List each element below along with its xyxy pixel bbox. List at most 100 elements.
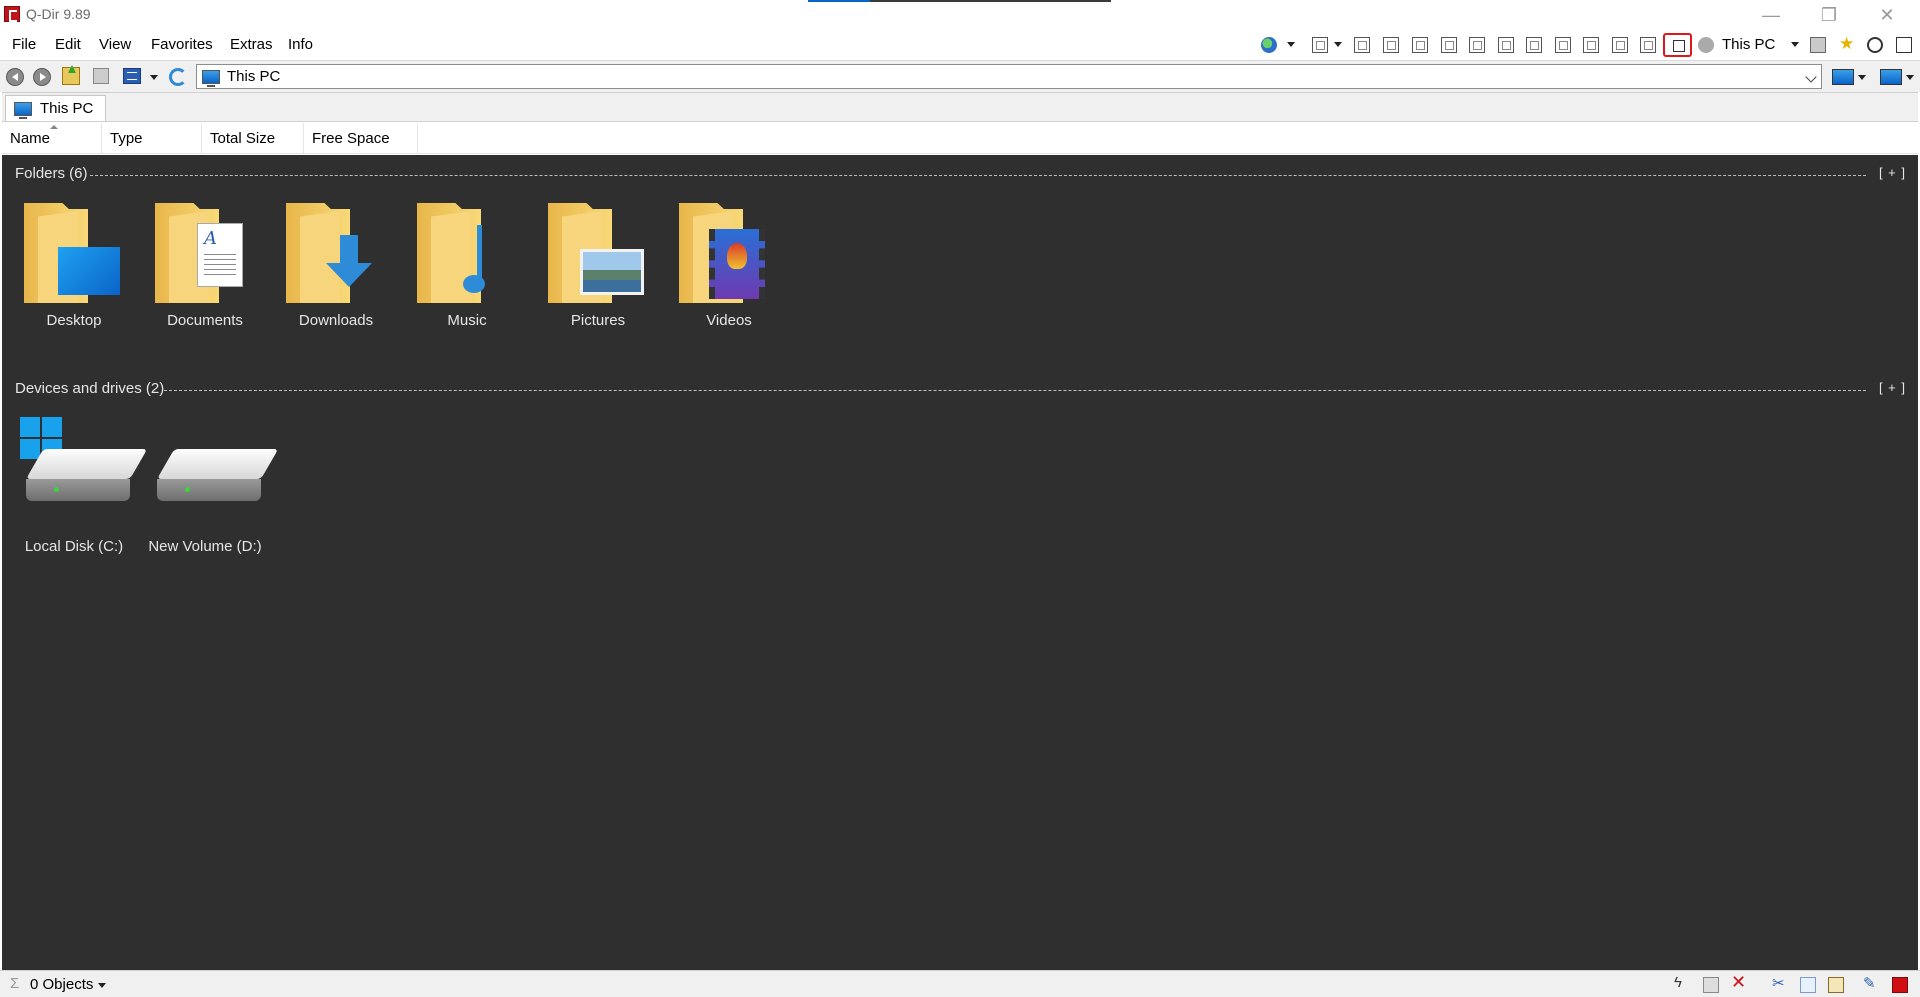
tools-icon[interactable] xyxy=(1867,37,1883,53)
group-folders-expand-button[interactable]: [ + ] xyxy=(1879,165,1906,180)
folder-label: Pictures xyxy=(570,312,626,329)
menu-edit[interactable]: Edit xyxy=(55,36,81,53)
location-label[interactable]: This PC xyxy=(1722,36,1775,53)
column-name[interactable]: Name xyxy=(2,123,102,154)
folder-label: Downloads xyxy=(298,312,374,329)
globe-dropdown-icon[interactable] xyxy=(1287,42,1295,47)
layout-grid-icon[interactable] xyxy=(1312,37,1328,53)
monitor-dropdown-icon[interactable] xyxy=(1858,75,1866,80)
layout-10-icon[interactable] xyxy=(1612,37,1628,53)
single-pane-button[interactable] xyxy=(1663,33,1692,57)
cut-icon[interactable]: ✂ xyxy=(1772,974,1788,992)
menu-file[interactable]: File xyxy=(12,36,36,53)
forward-icon[interactable] xyxy=(33,68,51,86)
videos-folder-icon xyxy=(679,201,775,303)
delete-icon[interactable]: ✕ xyxy=(1731,972,1747,992)
app-icon[interactable] xyxy=(4,6,20,22)
layout-8-icon[interactable] xyxy=(1555,37,1571,53)
folder-options-icon[interactable] xyxy=(93,68,109,84)
object-count[interactable]: 0 Objects xyxy=(30,976,93,993)
monitor-2-icon[interactable] xyxy=(1880,69,1902,85)
address-dropdown-icon[interactable] xyxy=(1805,71,1817,83)
address-toolbar: This PC xyxy=(0,60,1920,92)
music-folder-icon xyxy=(417,201,513,303)
group-drives-expand-button[interactable]: [ + ] xyxy=(1879,380,1906,395)
status-bar: Σ 0 Objects ϟ ✕ ✂ ✎ xyxy=(0,970,1920,997)
layout-9-icon[interactable] xyxy=(1583,37,1599,53)
column-free-space[interactable]: Free Space xyxy=(304,123,418,154)
layout-6-icon[interactable] xyxy=(1498,37,1514,53)
tab-this-pc[interactable]: This PC xyxy=(5,95,107,121)
drive-icon xyxy=(145,417,279,517)
title-bar: Q-Dir 9.89 — ❐ ✕ xyxy=(0,0,1920,30)
view-mode-dropdown-icon[interactable] xyxy=(150,75,158,80)
tab-bar: This PC xyxy=(2,92,1918,122)
folder-label: Music xyxy=(447,312,487,329)
tab-label: This PC xyxy=(40,100,94,117)
file-view[interactable]: Folders (6) [ + ] Desktop Documents Down… xyxy=(2,155,1918,970)
pictures-folder-icon xyxy=(548,201,644,303)
column-name-label: Name xyxy=(10,130,51,147)
address-path: This PC xyxy=(227,68,281,85)
layout-7-icon[interactable] xyxy=(1526,37,1542,53)
layout-4-icon[interactable] xyxy=(1441,37,1457,53)
menu-favorites[interactable]: Favorites xyxy=(151,36,213,53)
up-folder-icon[interactable] xyxy=(62,65,80,85)
window-title: Q-Dir 9.89 xyxy=(26,6,91,22)
monitor-2-dropdown-icon[interactable] xyxy=(1906,75,1914,80)
layout-2-icon[interactable] xyxy=(1383,37,1399,53)
globe-icon[interactable] xyxy=(1261,37,1277,53)
network-icon[interactable] xyxy=(1698,37,1714,53)
group-folders-divider xyxy=(90,175,1866,176)
favorites-star-icon[interactable]: ★ xyxy=(1839,34,1855,53)
sort-ascending-icon xyxy=(50,125,58,129)
title-accent xyxy=(808,0,1111,2)
view-mode-icon[interactable] xyxy=(123,68,141,84)
minimize-button[interactable]: — xyxy=(1742,0,1800,30)
address-field[interactable]: This PC xyxy=(196,64,1822,89)
drive-status-icon[interactable] xyxy=(1703,977,1719,993)
system-drive-icon xyxy=(14,417,148,517)
lightning-icon[interactable]: ϟ xyxy=(1674,974,1690,991)
menu-extras[interactable]: Extras xyxy=(230,36,273,53)
group-drives-title[interactable]: Devices and drives (2) xyxy=(15,380,164,397)
documents-folder-icon xyxy=(155,201,251,303)
drive-label: New Volume (D:) xyxy=(148,538,262,555)
edit-icon[interactable]: ✎ xyxy=(1863,974,1879,992)
downloads-folder-icon xyxy=(286,201,382,303)
monitor-icon[interactable] xyxy=(1832,69,1854,85)
column-type-label: Type xyxy=(110,130,143,147)
back-icon[interactable] xyxy=(6,68,24,86)
column-total-size-label: Total Size xyxy=(210,130,276,147)
group-drives-divider xyxy=(164,390,1866,391)
layout-11-icon[interactable] xyxy=(1640,37,1656,53)
column-header: Name Type Total Size Free Space xyxy=(2,123,1918,154)
object-count-dropdown-icon[interactable] xyxy=(98,983,106,988)
copy-icon[interactable] xyxy=(1800,977,1816,993)
app-status-icon[interactable] xyxy=(1892,977,1908,993)
desktop-folder-icon xyxy=(24,201,120,303)
layout-5-icon[interactable] xyxy=(1469,37,1485,53)
print-icon[interactable] xyxy=(1810,37,1826,53)
this-pc-icon xyxy=(202,69,220,87)
menu-view[interactable]: View xyxy=(99,36,131,53)
refresh-icon[interactable] xyxy=(169,68,187,86)
sigma-icon: Σ xyxy=(10,975,20,992)
folder-label: Documents xyxy=(167,312,243,329)
drive-label: Local Disk (C:) xyxy=(24,538,124,555)
panel-icon[interactable] xyxy=(1896,37,1912,53)
menu-bar: File Edit View Favorites Extras Info Thi… xyxy=(0,30,1920,60)
column-type[interactable]: Type xyxy=(102,123,202,154)
menu-info[interactable]: Info xyxy=(288,36,313,53)
column-free-space-label: Free Space xyxy=(312,130,390,147)
restore-button[interactable]: ❐ xyxy=(1800,0,1858,30)
paste-icon[interactable] xyxy=(1828,977,1844,993)
group-folders-title[interactable]: Folders (6) xyxy=(15,165,88,182)
this-pc-icon xyxy=(14,101,32,119)
location-dropdown-icon[interactable] xyxy=(1791,42,1799,47)
layout-1-icon[interactable] xyxy=(1354,37,1370,53)
column-total-size[interactable]: Total Size xyxy=(202,123,304,154)
layout-dropdown-icon[interactable] xyxy=(1334,42,1342,47)
layout-3-icon[interactable] xyxy=(1412,37,1428,53)
close-button[interactable]: ✕ xyxy=(1858,0,1916,30)
